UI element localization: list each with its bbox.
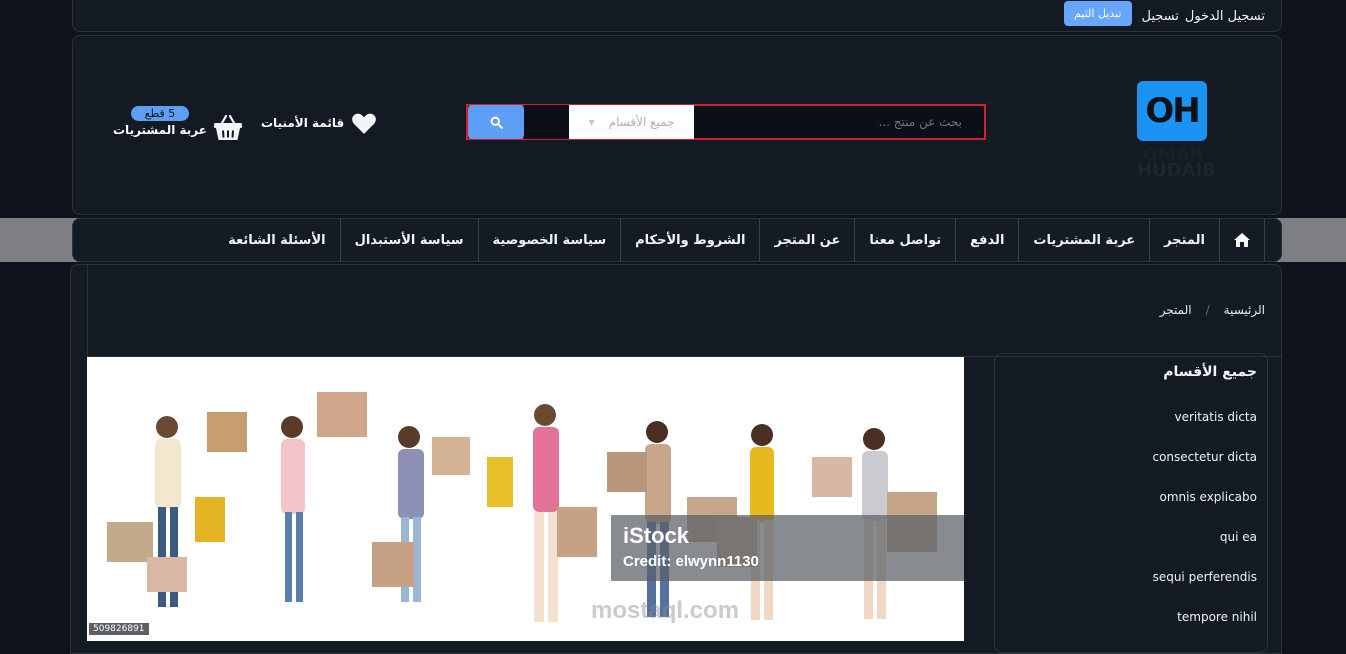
category-item[interactable]: tempore nihil xyxy=(1177,608,1257,626)
search-input[interactable] xyxy=(694,106,984,138)
istock-overlay: iStock Credit: elwynn1130 xyxy=(611,515,964,581)
login-link[interactable]: تسجيل الدخول xyxy=(1185,9,1265,24)
nav-contact[interactable]: تواصل معنا xyxy=(854,219,955,261)
shoppers-illustration xyxy=(107,392,937,622)
search-spacer xyxy=(524,105,569,139)
logo-mark: OH xyxy=(1137,81,1207,141)
search-icon xyxy=(490,116,503,129)
search-button[interactable] xyxy=(468,105,524,139)
category-select-value: جميع الأقسام xyxy=(608,115,675,129)
istock-credit: Credit: elwynn1130 xyxy=(623,553,759,570)
image-id: 509826891 xyxy=(89,623,149,635)
account-links: تسجيل الدخول تسجيل تبديل الثيم xyxy=(1064,0,1265,32)
category-item[interactable]: sequi perferendis xyxy=(1153,568,1257,586)
shop-banner-image: iStock Credit: elwynn1130 mostaql.com 50… xyxy=(87,357,964,641)
categories-sidebar: جميع الأقسام veritatis dicta consectetur… xyxy=(994,353,1268,653)
search-bar: جميع الأقسام ▼ xyxy=(466,104,986,140)
category-select[interactable]: جميع الأقسام ▼ xyxy=(569,105,694,139)
cart-label: عربة المشتريات xyxy=(113,123,207,137)
heart-icon xyxy=(352,113,377,134)
basket-icon xyxy=(213,114,242,140)
category-item[interactable]: omnis explicabo xyxy=(1159,488,1257,506)
category-item[interactable]: veritatis dicta xyxy=(1174,408,1257,426)
nav-checkout[interactable]: الدفع xyxy=(955,219,1018,261)
home-icon xyxy=(1234,233,1250,247)
nav-faq[interactable]: الأسئلة الشائعة xyxy=(214,219,340,261)
nav-store[interactable]: المتجر xyxy=(1149,219,1219,261)
sidebar-title: جميع الأقسام xyxy=(1163,364,1257,380)
logo[interactable]: OH OMAR HUDAIB xyxy=(1137,81,1216,180)
main-navbar: المتجر عربة المشتريات الدفع تواصل معنا ع… xyxy=(72,218,1282,262)
istock-brand: iStock xyxy=(623,523,690,548)
nav-home[interactable] xyxy=(1219,219,1265,261)
category-item[interactable]: qui ea xyxy=(1220,528,1257,546)
site-header: OH OMAR HUDAIB جميع الأقسام ▼ قائمة الأم… xyxy=(72,35,1282,215)
wishlist-label: قائمة الأمنيات xyxy=(261,116,345,130)
nav-cart[interactable]: عربة المشتريات xyxy=(1018,219,1149,261)
category-list: veritatis dicta consectetur dicta omnis … xyxy=(1152,408,1257,626)
breadcrumb-separator: / xyxy=(1205,303,1210,317)
register-link[interactable]: تسجيل xyxy=(1142,9,1179,24)
cart-info: 5 قطع عربة المشتريات xyxy=(113,106,207,137)
logo-wordmark: OMAR HUDAIB xyxy=(1137,146,1216,181)
watermark: mostaql.com xyxy=(591,597,740,624)
breadcrumb-current: المتجر xyxy=(1159,303,1192,317)
breadcrumb-bar xyxy=(87,265,1283,357)
caret-down-icon: ▼ xyxy=(588,117,595,127)
wishlist-link[interactable]: قائمة الأمنيات xyxy=(261,111,378,135)
breadcrumb: الرئيسية / المتجر xyxy=(1160,303,1265,317)
theme-toggle-button[interactable]: تبديل الثيم xyxy=(1064,0,1132,26)
nav-list: المتجر عربة المشتريات الدفع تواصل معنا ع… xyxy=(214,219,1265,261)
cart-link[interactable]: 5 قطع عربة المشتريات xyxy=(113,106,243,142)
top-bar: تسجيل الدخول تسجيل تبديل الثيم xyxy=(72,0,1282,32)
nav-about[interactable]: عن المتجر xyxy=(759,219,854,261)
cart-count-badge: 5 قطع xyxy=(130,106,190,121)
nav-returns[interactable]: سياسة الأستبدال xyxy=(339,219,478,261)
logo-line2: HUDAIB xyxy=(1137,160,1216,181)
category-item[interactable]: consectetur dicta xyxy=(1152,448,1257,466)
breadcrumb-home[interactable]: الرئيسية xyxy=(1224,303,1265,317)
nav-privacy[interactable]: سياسة الخصوصية xyxy=(477,219,621,261)
nav-terms[interactable]: الشروط والأحكام xyxy=(620,219,759,261)
